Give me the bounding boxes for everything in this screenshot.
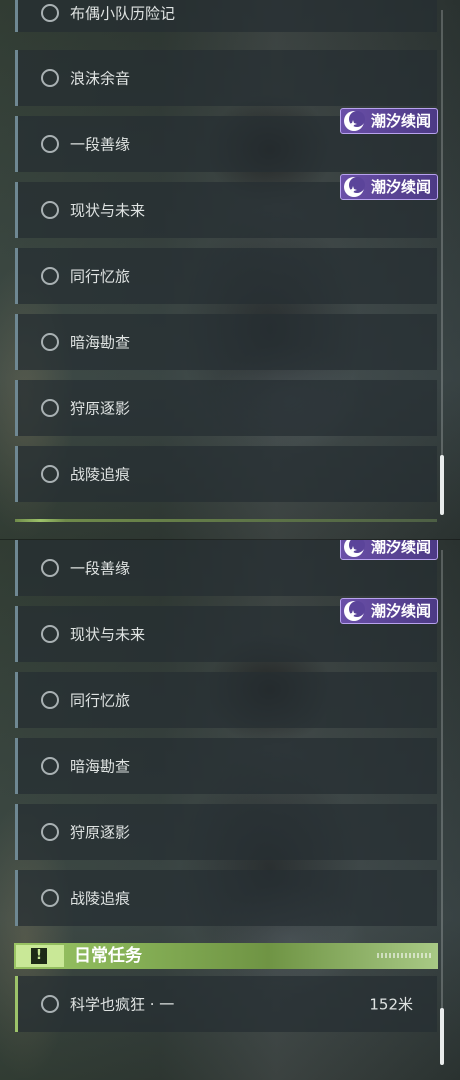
quest-item[interactable]: 暗海勘查 bbox=[15, 314, 437, 370]
quest-status-circle-icon bbox=[41, 333, 59, 351]
badge-label: 潮汐续闻 bbox=[371, 540, 432, 556]
quest-status-circle-icon bbox=[41, 4, 59, 22]
quest-status-circle-icon bbox=[41, 625, 59, 643]
quest-label: 同行忆旅 bbox=[70, 267, 131, 286]
quest-status-circle-icon bbox=[41, 69, 59, 87]
quest-panel-top: 布偶小队历险记 浪沫余音 一段善缘 现状与未来 同行忆旅 暗海勘查 狩原逐影 战… bbox=[0, 0, 460, 540]
header-decoration bbox=[377, 953, 432, 958]
scrollbar-thumb[interactable] bbox=[440, 1008, 444, 1065]
quest-status-circle-icon bbox=[41, 889, 59, 907]
quest-label: 暗海勘查 bbox=[70, 757, 131, 776]
tide-sequel-badge: 潮汐续闻 bbox=[340, 108, 438, 134]
quest-item[interactable]: 战陵追痕 bbox=[15, 870, 437, 926]
quest-item[interactable]: 浪沫余音 bbox=[15, 50, 437, 106]
section-divider-line bbox=[15, 519, 437, 522]
quest-status-circle-icon bbox=[41, 823, 59, 841]
scrollbar-track[interactable] bbox=[441, 550, 443, 1065]
quest-status-circle-icon bbox=[41, 559, 59, 577]
quest-label: 一段善缘 bbox=[70, 559, 131, 578]
quest-label: 浪沫余音 bbox=[70, 69, 131, 88]
quest-panel-bottom: 一段善缘 现状与未来 同行忆旅 暗海勘查 狩原逐影 战陵追痕 潮汐续闻 潮汐续闻… bbox=[0, 540, 460, 1080]
quest-item[interactable]: 狩原逐影 bbox=[15, 380, 437, 436]
quest-item[interactable]: 狩原逐影 bbox=[15, 804, 437, 860]
section-title: 日常任务 bbox=[74, 946, 142, 966]
quest-item[interactable]: 战陵追痕 bbox=[15, 446, 437, 502]
tide-sequel-badge: 潮汐续闻 bbox=[340, 540, 438, 560]
tide-sequel-badge: 潮汐续闻 bbox=[340, 174, 438, 200]
quest-label: 暗海勘查 bbox=[70, 333, 131, 352]
crescent-star-icon bbox=[344, 540, 365, 557]
quest-status-circle-icon bbox=[41, 267, 59, 285]
quest-status-circle-icon bbox=[41, 201, 59, 219]
quest-status-circle-icon bbox=[41, 465, 59, 483]
quest-status-circle-icon bbox=[41, 995, 59, 1013]
badge-label: 潮汐续闻 bbox=[371, 178, 432, 196]
quest-label: 战陵追痕 bbox=[70, 889, 131, 908]
quest-label: 狩原逐影 bbox=[70, 399, 131, 418]
quest-label: 一段善缘 bbox=[70, 135, 131, 154]
quest-item[interactable]: 同行忆旅 bbox=[15, 672, 437, 728]
quest-label: 狩原逐影 bbox=[70, 823, 131, 842]
daily-quest-item[interactable]: 科学也疯狂 · 一 152米 bbox=[15, 976, 437, 1032]
badge-label: 潮汐续闻 bbox=[371, 112, 432, 130]
quest-distance: 152米 bbox=[369, 995, 413, 1014]
quest-label: 战陵追痕 bbox=[70, 465, 131, 484]
quest-label: 同行忆旅 bbox=[70, 691, 131, 710]
alert-icon-box: ! bbox=[16, 945, 64, 967]
quest-label: 科学也疯狂 · 一 bbox=[70, 995, 175, 1014]
quest-label: 现状与未来 bbox=[70, 625, 146, 644]
tide-sequel-badge: 潮汐续闻 bbox=[340, 598, 438, 624]
quest-label: 布偶小队历险记 bbox=[70, 4, 176, 23]
quest-item[interactable]: 布偶小队历险记 bbox=[15, 0, 437, 32]
crescent-star-icon bbox=[344, 111, 365, 131]
quest-status-circle-icon bbox=[41, 399, 59, 417]
scrollbar-thumb[interactable] bbox=[440, 455, 444, 515]
daily-tasks-header[interactable]: ! 日常任务 bbox=[14, 943, 438, 969]
quest-status-circle-icon bbox=[41, 691, 59, 709]
badge-label: 潮汐续闻 bbox=[371, 602, 432, 620]
quest-status-circle-icon bbox=[41, 135, 59, 153]
alert-icon: ! bbox=[31, 948, 47, 964]
crescent-star-icon bbox=[344, 177, 365, 197]
quest-item[interactable]: 同行忆旅 bbox=[15, 248, 437, 304]
crescent-star-icon bbox=[344, 601, 365, 621]
quest-status-circle-icon bbox=[41, 757, 59, 775]
scrollbar-track[interactable] bbox=[441, 10, 443, 515]
quest-item[interactable]: 暗海勘查 bbox=[15, 738, 437, 794]
quest-label: 现状与未来 bbox=[70, 201, 146, 220]
